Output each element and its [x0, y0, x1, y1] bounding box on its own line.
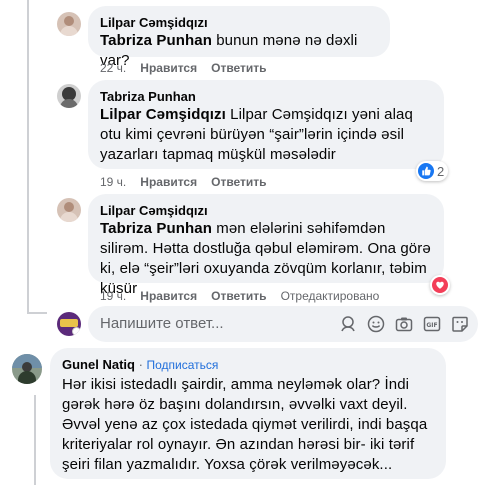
- comment-header: Gunel Natiq · Подписаться: [62, 356, 434, 374]
- user-avatar[interactable]: [57, 312, 81, 336]
- comment-bubble: Gunel Natiq · Подписаться Hər ikisi iste…: [50, 348, 446, 479]
- svg-text:GIF: GIF: [426, 322, 437, 329]
- comment-time[interactable]: 19 ч.: [100, 175, 126, 189]
- emoji-icon[interactable]: [366, 314, 386, 334]
- avatar[interactable]: [57, 12, 81, 36]
- edited-label[interactable]: Отредактировано: [281, 289, 380, 303]
- follow-button[interactable]: Подписаться: [147, 358, 219, 372]
- mention-link[interactable]: Lilpar Cəmşidqızı: [100, 106, 226, 123]
- comment-time[interactable]: 22 ч.: [100, 61, 126, 75]
- comment-bubble: Tabriza Punhan Lilpar Cəmşidqızı Lilpar …: [88, 80, 444, 169]
- love-reaction-icon: [432, 277, 448, 293]
- comment-text: Tabriza Punhan mən elələrini səhifəmdən …: [100, 220, 431, 297]
- comment-text: Hər ikisi istedadlı şairdir, amma neyləm…: [62, 376, 428, 473]
- like-button[interactable]: Нравится: [140, 61, 197, 75]
- like-button[interactable]: Нравится: [140, 289, 197, 303]
- thread-branch: [27, 312, 47, 314]
- comment-bubble: Lilpar Cəmşidqızı Tabriza Punhan bunun m…: [88, 6, 390, 69]
- comment-time[interactable]: 19 ч.: [100, 289, 126, 303]
- gif-icon[interactable]: GIF: [422, 314, 442, 334]
- reply-button[interactable]: Ответить: [211, 61, 266, 75]
- reaction-summary[interactable]: 2: [416, 161, 449, 181]
- like-button[interactable]: Нравится: [140, 175, 197, 189]
- reaction-summary[interactable]: [430, 275, 450, 295]
- like-reaction-icon: [418, 163, 434, 179]
- reaction-count: 2: [437, 163, 445, 179]
- avatar[interactable]: [57, 84, 81, 108]
- comment-author[interactable]: Tabriza Punhan: [100, 88, 432, 105]
- comment-bubble: Lilpar Cəmşidqızı Tabriza Punhan mən elə…: [88, 194, 444, 297]
- comment-actions: 19 ч. Нравится Ответить Отредактировано: [100, 289, 393, 303]
- avatar[interactable]: [57, 198, 81, 222]
- dot-separator: ·: [134, 357, 147, 372]
- mention-link[interactable]: Tabriza Punhan: [100, 220, 212, 237]
- reply-placeholder: Напишите ответ...: [100, 315, 224, 332]
- comment-text: Lilpar Cəmşidqızı Lilpar Cəmşidqızı yəni…: [100, 106, 413, 163]
- comment-author[interactable]: Lilpar Cəmşidqızı: [100, 14, 378, 31]
- avatar-sticker-icon[interactable]: [338, 314, 358, 334]
- comment-author[interactable]: Gunel Natiq: [62, 357, 135, 372]
- comment-author[interactable]: Lilpar Cəmşidqızı: [100, 202, 432, 219]
- comment-actions: 22 ч. Нравится Ответить: [100, 61, 281, 75]
- avatar[interactable]: [12, 354, 42, 384]
- comment-actions: 19 ч. Нравится Ответить: [100, 175, 281, 189]
- thread-line-2: [34, 395, 36, 485]
- camera-icon[interactable]: [394, 314, 414, 334]
- reply-button[interactable]: Ответить: [211, 289, 266, 303]
- thread-line: [27, 0, 29, 312]
- reply-button[interactable]: Ответить: [211, 175, 266, 189]
- mention-link[interactable]: Tabriza Punhan: [100, 32, 212, 49]
- reply-input[interactable]: Напишите ответ... GIF: [88, 306, 478, 342]
- sticker-icon[interactable]: [450, 314, 470, 334]
